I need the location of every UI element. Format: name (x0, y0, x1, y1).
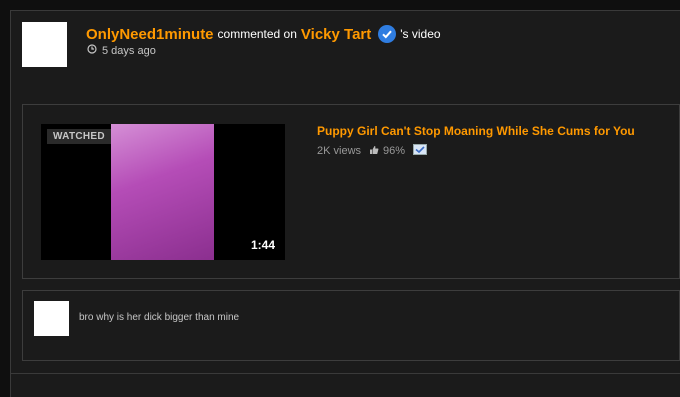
channel-link[interactable]: Vicky Tart (301, 26, 371, 43)
video-title-link[interactable]: Puppy Girl Can't Stop Moaning While She … (317, 124, 635, 138)
video-duration: 1:44 (250, 238, 275, 252)
video-stats: 2K views 96% (317, 144, 428, 158)
comment-text: bro why is her dick bigger than mine (79, 312, 240, 323)
verified-icon (378, 25, 397, 43)
checkmark-icon (413, 144, 428, 158)
comment-avatar[interactable] (34, 301, 69, 336)
time-ago: 5 days ago (102, 44, 156, 57)
rating-percent: 96% (383, 145, 406, 157)
username-link[interactable]: OnlyNeed1minute (86, 26, 214, 43)
comment-card (22, 290, 680, 361)
thumbnail-image (111, 124, 214, 260)
clock-icon (87, 44, 97, 57)
view-count: 2K views (317, 145, 362, 157)
user-avatar[interactable] (22, 22, 67, 67)
action-text: commented on (217, 27, 297, 41)
video-thumbnail[interactable] (41, 124, 285, 260)
watched-badge: WATCHED (47, 129, 111, 144)
thumbs-up-icon (369, 145, 379, 158)
suffix-text: 's video (400, 27, 441, 41)
next-activity-card (10, 374, 680, 397)
timestamp: 5 days ago (87, 44, 156, 57)
